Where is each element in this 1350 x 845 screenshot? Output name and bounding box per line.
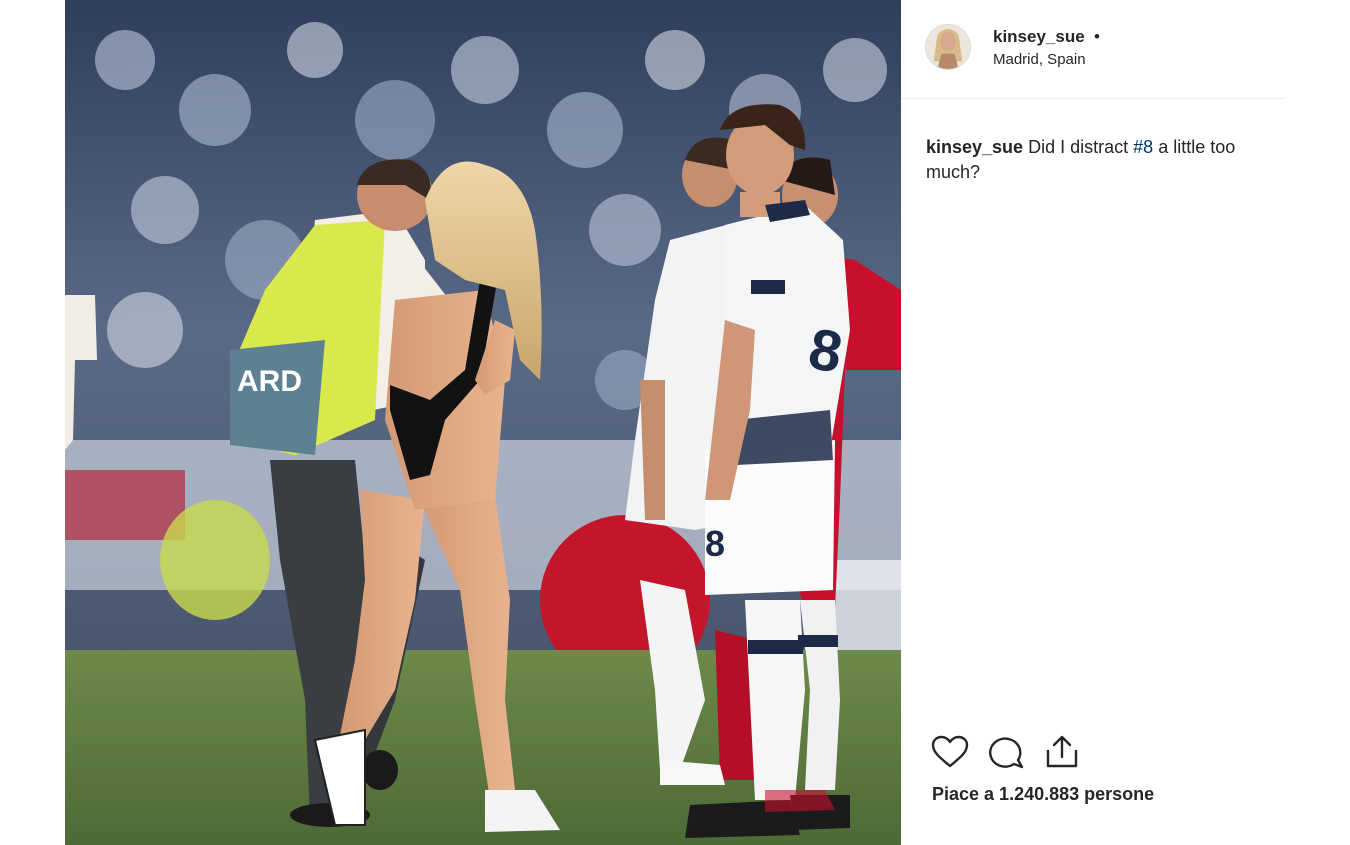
post-photo: ARD 8 8 [65, 0, 901, 845]
vest-badge-text: ARD [237, 365, 302, 398]
post-username[interactable]: kinsey_sue [993, 27, 1085, 47]
post-caption: kinsey_sue Did I distract #8 a little to… [926, 135, 1271, 185]
post-sidebar: kinsey_sue • Madrid, Spain kinsey_sue Di… [901, 0, 1285, 845]
shorts-number: 8 [705, 523, 725, 564]
post-location[interactable]: Madrid, Spain [993, 51, 1086, 68]
profile-avatar[interactable] [925, 24, 971, 70]
caption-username[interactable]: kinsey_sue [926, 137, 1023, 157]
follow-separator: • [1094, 27, 1100, 46]
caption-hashtag[interactable]: #8 [1133, 137, 1153, 157]
sleeve-patch [751, 280, 785, 294]
heart-icon[interactable] [931, 735, 969, 769]
caption-text: Did I distract [1028, 137, 1129, 157]
post-actions [931, 735, 1081, 769]
instagram-post: ARD 8 8 kinsey_sue • Madrid, Spain kinse… [0, 0, 1350, 845]
post-header: kinsey_sue • Madrid, Spain [901, 0, 1285, 99]
likes-count[interactable]: Piace a 1.240.883 persone [932, 784, 1154, 805]
comment-icon[interactable] [987, 735, 1025, 769]
share-icon[interactable] [1043, 735, 1081, 769]
